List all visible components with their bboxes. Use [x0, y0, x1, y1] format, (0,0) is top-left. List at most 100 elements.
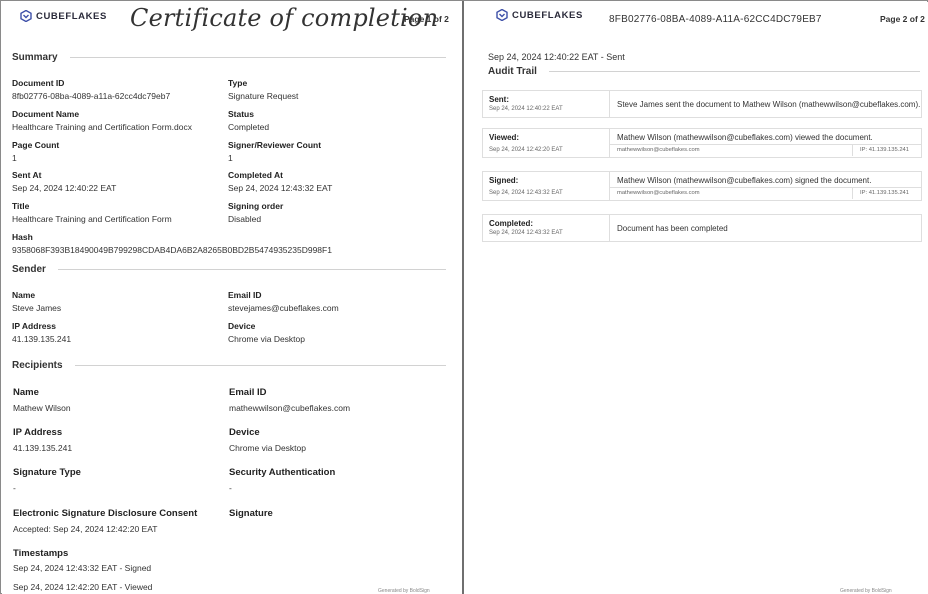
row-separator [610, 187, 921, 188]
audit-description: Document has been completed [617, 224, 728, 233]
audit-trail-section-heading: Audit Trail [488, 66, 920, 77]
audit-time: Sep 24, 2024 12:43:32 EAT [489, 190, 563, 196]
audit-row-completed: Completed: Sep 24, 2024 12:43:32 EAT Doc… [482, 214, 922, 242]
field-value: Sep 24, 2024 12:43:32 EAT [228, 183, 333, 193]
brand-logo: CUBEFLAKES [20, 10, 107, 22]
brand-name: CUBEFLAKES [36, 10, 107, 22]
section-divider [74, 365, 446, 366]
field-value: Chrome via Desktop [228, 334, 306, 344]
field-label: Hash [12, 232, 33, 242]
document-name-field: Document Name Healthcare Training and Ce… [12, 109, 192, 132]
field-label: IP Address [13, 427, 63, 438]
row-separator [610, 144, 921, 145]
audit-description: Steve James sent the document to Mathew … [617, 100, 921, 109]
signing-order-field: Signing order Disabled [228, 201, 283, 224]
field-label: Email ID [229, 387, 267, 398]
sender-heading: Sender [12, 264, 46, 275]
document-id-header: 8FB02776-08BA-4089-A11A-62CC4DC79EB7 [609, 14, 822, 25]
audit-time: Sep 24, 2024 12:42:20 EAT [489, 147, 563, 153]
field-label: Signature Type [13, 467, 81, 478]
ip-separator [852, 145, 853, 156]
summary-section-heading: Summary [12, 52, 446, 63]
field-value: Completed [228, 122, 270, 132]
security-authentication-field: Security Authentication - [229, 467, 335, 493]
signature-type-field: Signature Type - [13, 467, 81, 493]
page-number: Page 1 of 2 [404, 14, 449, 24]
summary-heading: Summary [12, 52, 58, 63]
timestamp-viewed: Sep 24, 2024 12:42:20 EAT - Viewed [13, 582, 153, 592]
field-label: Sent At [12, 170, 42, 180]
field-value: Healthcare Training and Certification Fo… [12, 122, 192, 132]
field-value: mathewwilson@cubeflakes.com [229, 403, 351, 413]
field-label: IP Address [12, 321, 56, 331]
audit-row-viewed: Viewed: Sep 24, 2024 12:42:20 EAT Mathew… [482, 128, 922, 158]
status-field: Status Completed [228, 109, 269, 132]
field-value: - [13, 483, 16, 493]
timestamps-field: Timestamps [13, 548, 68, 559]
recipient-name-field: Name Mathew Wilson [13, 387, 71, 413]
sent-at-field: Sent At Sep 24, 2024 12:40:22 EAT [12, 170, 116, 193]
field-label: Device [229, 427, 260, 438]
audit-time: Sep 24, 2024 12:40:22 EAT [489, 106, 563, 112]
recipient-email-field: Email ID mathewwilson@cubeflakes.com [229, 387, 350, 413]
field-label: Signing order [228, 201, 284, 211]
field-label: Device [228, 321, 256, 331]
field-value: Sep 24, 2024 12:40:22 EAT [12, 183, 117, 193]
field-value: Steve James [12, 303, 62, 313]
field-value: 1 [12, 153, 17, 163]
field-value: - [229, 483, 232, 493]
audit-description: Mathew Wilson (mathewwilson@cubeflakes.c… [617, 133, 873, 142]
field-label: Document ID [12, 78, 65, 88]
audit-row-signed: Signed: Sep 24, 2024 12:43:32 EAT Mathew… [482, 171, 922, 201]
brand-name: CUBEFLAKES [512, 9, 583, 21]
audit-trail-heading: Audit Trail [488, 66, 537, 77]
audit-action: Sent: [489, 95, 509, 104]
sender-email-field: Email ID stevejames@cubeflakes.com [228, 290, 339, 313]
generated-by-footer: Generated by BoldSign [378, 588, 430, 594]
recipients-heading: Recipients [12, 360, 63, 371]
section-divider [548, 71, 920, 72]
hash-field: Hash 9358068F393B18490049B799298CDAB4DA6… [12, 232, 332, 255]
field-label: Status [228, 109, 254, 119]
audit-action: Completed: [489, 219, 533, 228]
document-id-field: Document ID 8fb02776-08ba-4089-a11a-62cc… [12, 78, 170, 101]
document-viewer: CUBEFLAKES Certificate of completion Pag… [0, 0, 928, 594]
sender-ip-field: IP Address 41.139.135.241 [12, 321, 71, 344]
field-value: Mathew Wilson [13, 403, 71, 413]
field-value: 1 [228, 153, 233, 163]
field-value: 41.139.135.241 [12, 334, 72, 344]
audit-action: Viewed: [489, 133, 520, 142]
completed-at-field: Completed At Sep 24, 2024 12:43:32 EAT [228, 170, 332, 193]
sent-status-line: Sep 24, 2024 12:40:22 EAT - Sent [488, 52, 625, 62]
audit-ip: IP: 41.139.135.241 [860, 190, 909, 196]
field-value: Chrome via Desktop [229, 443, 307, 453]
field-label: Title [12, 201, 30, 211]
audit-email: mathewwilson@cubeflakes.com [617, 147, 700, 153]
signer-count-field: Signer/Reviewer Count 1 [228, 140, 321, 163]
field-label: Document Name [12, 109, 80, 119]
recipient-device-field: Device Chrome via Desktop [229, 427, 306, 453]
audit-action: Signed: [489, 176, 519, 185]
field-label: Security Authentication [229, 467, 336, 478]
field-label: Timestamps [13, 548, 69, 559]
page-number: Page 2 of 2 [880, 14, 925, 24]
sender-name-field: Name Steve James [12, 290, 61, 313]
brand-logo: CUBEFLAKES [496, 9, 583, 21]
field-value: Accepted: Sep 24, 2024 12:42:20 EAT [13, 524, 158, 534]
audit-ip: IP: 41.139.135.241 [860, 147, 909, 153]
certificate-page-2: CUBEFLAKES 8FB02776-08BA-4089-A11A-62CC4… [464, 2, 928, 594]
cubeflakes-logo-icon [496, 9, 508, 21]
field-value: 8fb02776-08ba-4089-a11a-62cc4dc79eb7 [12, 91, 171, 101]
title-field: Title Healthcare Training and Certificat… [12, 201, 172, 224]
field-value: Disabled [228, 214, 262, 224]
recipient-ip-field: IP Address 41.139.135.241 [13, 427, 72, 453]
page-count-field: Page Count 1 [12, 140, 59, 163]
field-label: Name [13, 387, 39, 398]
field-label: Signature [229, 508, 273, 519]
sender-section-heading: Sender [12, 264, 446, 275]
field-value: 41.139.135.241 [13, 443, 73, 453]
field-value: Signature Request [228, 91, 299, 101]
signature-field: Signature [229, 508, 273, 519]
type-field: Type Signature Request [228, 78, 298, 101]
field-label: Electronic Signature Disclosure Consent [13, 508, 198, 519]
